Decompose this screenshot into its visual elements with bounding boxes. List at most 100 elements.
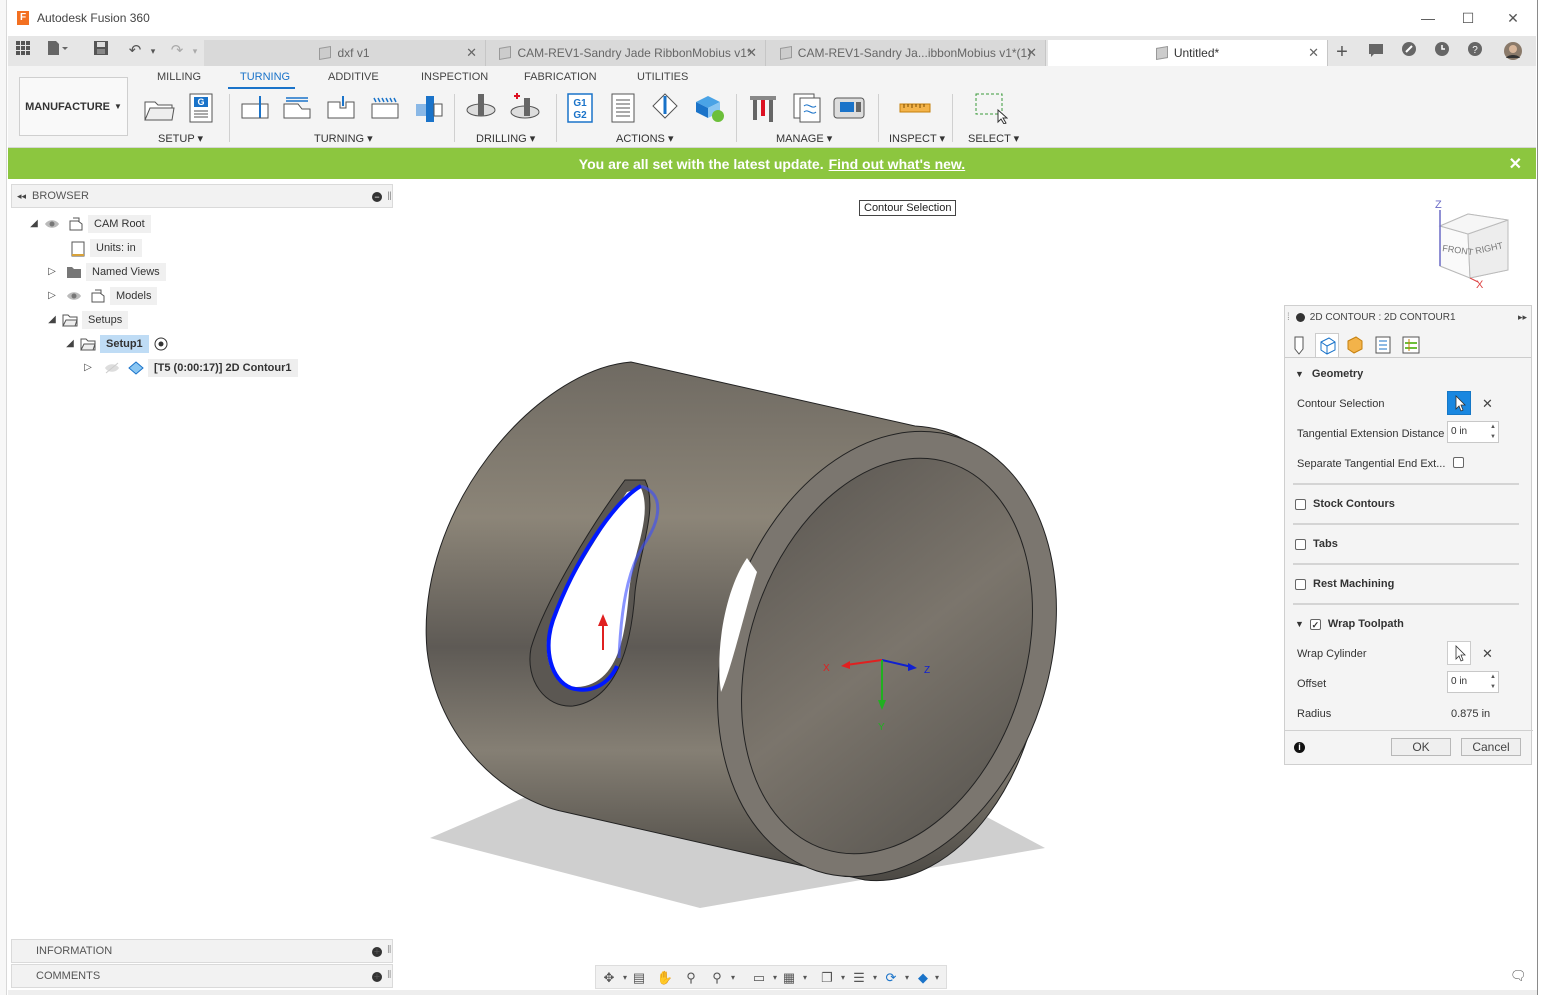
cancel-button[interactable]: Cancel — [1461, 738, 1521, 756]
tree-row-models[interactable]: ▷ Models — [46, 285, 158, 307]
minus-icon[interactable]: − — [372, 192, 382, 202]
wrap-toolpath-checkbox[interactable]: ✓ — [1309, 618, 1321, 630]
expand-triangle-icon[interactable]: ▷ — [46, 290, 58, 302]
rest-machining-checkbox[interactable] — [1295, 578, 1306, 590]
turning-groove-icon[interactable] — [324, 92, 358, 124]
template-library-icon[interactable] — [790, 92, 824, 124]
close-window-button[interactable]: ✕ — [1498, 8, 1528, 28]
workspace-switcher[interactable]: MANUFACTURE ▼ — [19, 77, 128, 136]
close-notification-icon[interactable]: ✕ — [1509, 154, 1522, 174]
collapse-panel-icon[interactable]: ◂◂ — [17, 191, 26, 202]
save-icon[interactable] — [90, 40, 112, 62]
tree-row-2d-contour[interactable]: ▷ [T5 (0:00:17)] 2D Contour1 — [82, 357, 298, 379]
eye-icon[interactable] — [44, 217, 60, 231]
tab-fabrication[interactable]: FABRICATION — [524, 71, 597, 83]
viewport-canvas[interactable]: X Z Y — [395, 180, 1285, 960]
offset-input[interactable]: 0 in ▲ ▼ — [1447, 671, 1499, 693]
browser-panel-header[interactable]: ◂◂ BROWSER − ‖ — [11, 184, 393, 208]
chevron-down-icon[interactable]: ▾ — [928, 970, 946, 986]
tool-library-icon[interactable] — [746, 92, 780, 124]
ok-button[interactable]: OK — [1391, 738, 1451, 756]
panel-grip-icon[interactable]: ‖ — [387, 189, 392, 203]
stock-contours-checkbox[interactable] — [1295, 498, 1306, 510]
stock-contours-section[interactable]: Stock Contours — [1295, 498, 1395, 510]
look-at-icon[interactable]: ▤ — [630, 970, 648, 986]
expand-triangle-icon[interactable]: ◢ — [28, 218, 40, 230]
maximize-button[interactable]: ☐ — [1453, 8, 1483, 28]
machine-library-icon[interactable] — [832, 92, 866, 124]
plus-icon[interactable]: + — [372, 947, 382, 958]
tab-turning[interactable]: TURNING — [240, 71, 290, 83]
wrap-toolpath-section[interactable]: ▼ ✓ Wrap Toolpath — [1295, 618, 1404, 630]
file-menu-icon[interactable] — [46, 40, 68, 62]
tree-row-cam-root[interactable]: ◢ CAM Root — [28, 213, 151, 235]
clock-icon[interactable] — [1431, 41, 1453, 63]
doc-tab-cam-rev1[interactable]: CAM-REV1-Sandry Jade RibbonMobius v1* ✕ — [486, 40, 766, 66]
dialog-grip-icon[interactable]: ⁞ — [1287, 312, 1290, 323]
tab-milling[interactable]: MILLING — [157, 71, 201, 83]
eye-icon[interactable] — [66, 289, 82, 303]
information-panel-header[interactable]: INFORMATION + ‖ — [11, 939, 393, 963]
clear-wrap-cylinder-icon[interactable]: ✕ — [1482, 646, 1493, 662]
close-tab-icon[interactable]: ✕ — [1026, 45, 1037, 61]
user-avatar[interactable] — [1502, 41, 1524, 63]
doc-tab-dxf[interactable]: dxf v1 ✕ — [204, 40, 486, 66]
info-icon[interactable]: i — [1294, 742, 1305, 753]
tool-tab-icon[interactable] — [1287, 333, 1311, 357]
contour-selection-button[interactable] — [1447, 391, 1471, 415]
minus-icon[interactable] — [1295, 312, 1305, 322]
geometry-section-header[interactable]: ▼ Geometry — [1295, 368, 1363, 380]
passes-tab-icon[interactable] — [1371, 333, 1395, 357]
data-panel-grid-icon[interactable] — [12, 40, 34, 62]
geometry-tab-icon[interactable] — [1315, 333, 1339, 357]
spinner-icon[interactable]: ▲ ▼ — [1488, 422, 1498, 442]
select-group-label[interactable]: SELECT ▾ — [968, 132, 1019, 145]
expand-triangle-icon[interactable]: ◢ — [46, 314, 58, 326]
nc-program-icon[interactable]: G — [185, 92, 219, 124]
spinner-icon[interactable]: ▲ ▼ — [1488, 672, 1498, 692]
actions-group-label[interactable]: ACTIONS ▾ — [616, 132, 673, 145]
redo-dropdown-icon[interactable]: ▾ — [184, 40, 206, 62]
close-tab-icon[interactable]: ✕ — [1308, 45, 1319, 61]
tabs-checkbox[interactable] — [1295, 538, 1306, 550]
comments-panel-header[interactable]: COMMENTS + ‖ — [11, 964, 393, 988]
inspect-group-label[interactable]: INSPECT ▾ — [889, 132, 945, 145]
whats-new-link[interactable]: Find out what's new. — [829, 156, 966, 172]
hidden-eye-icon[interactable] — [104, 361, 120, 375]
linking-tab-icon[interactable] — [1399, 333, 1423, 357]
comments-toggle-icon[interactable]: 🗨 — [1510, 968, 1528, 984]
setup-sheet-icon[interactable] — [606, 92, 640, 124]
turning-thread-icon[interactable] — [368, 92, 402, 124]
separate-tangential-checkbox[interactable] — [1453, 457, 1464, 468]
expand-triangle-icon[interactable]: ▷ — [82, 362, 94, 374]
tree-row-setups[interactable]: ◢ Setups — [46, 309, 129, 331]
chevron-down-icon[interactable]: ▾ — [724, 970, 742, 986]
window-select-icon[interactable] — [974, 92, 1009, 125]
new-tab-icon[interactable]: + — [1331, 41, 1353, 63]
manage-group-label[interactable]: MANAGE ▾ — [776, 132, 832, 145]
pan-icon[interactable]: ✋ — [656, 970, 674, 986]
zoom-icon[interactable]: ⚲ — [682, 970, 700, 986]
tab-utilities[interactable]: UTILITIES — [637, 71, 688, 83]
wrap-cylinder-select-button[interactable] — [1447, 641, 1471, 665]
minimize-button[interactable]: — — [1413, 8, 1443, 28]
doc-tab-cam-rev1-copy[interactable]: CAM-REV1-Sandry Ja...ibbonMobius v1*(1) … — [766, 40, 1046, 66]
undo-dropdown-icon[interactable]: ▾ — [142, 40, 164, 62]
close-tab-icon[interactable]: ✕ — [466, 45, 477, 61]
measure-icon[interactable] — [898, 92, 932, 124]
post-process-icon[interactable] — [692, 92, 726, 124]
tree-row-named-views[interactable]: ▷ Named Views — [46, 261, 166, 283]
drill-icon[interactable] — [464, 92, 498, 124]
doc-tab-untitled[interactable]: Untitled* ✕ — [1048, 40, 1328, 66]
plus-icon[interactable]: + — [372, 972, 382, 983]
close-tab-icon[interactable]: ✕ — [746, 45, 757, 61]
viewcube[interactable]: FRONT RIGHT Z X — [1428, 196, 1528, 296]
tree-row-units[interactable]: Units: in — [66, 237, 142, 259]
setup-folder-icon[interactable] — [142, 92, 176, 124]
turning-part-icon[interactable] — [412, 92, 446, 124]
turning-group-label[interactable]: TURNING ▾ — [314, 132, 373, 145]
help-icon[interactable]: ? — [1464, 41, 1486, 63]
turning-profile-icon[interactable] — [280, 92, 314, 124]
panel-grip-icon[interactable]: ‖ — [387, 944, 392, 956]
rest-machining-section[interactable]: Rest Machining — [1295, 578, 1394, 590]
